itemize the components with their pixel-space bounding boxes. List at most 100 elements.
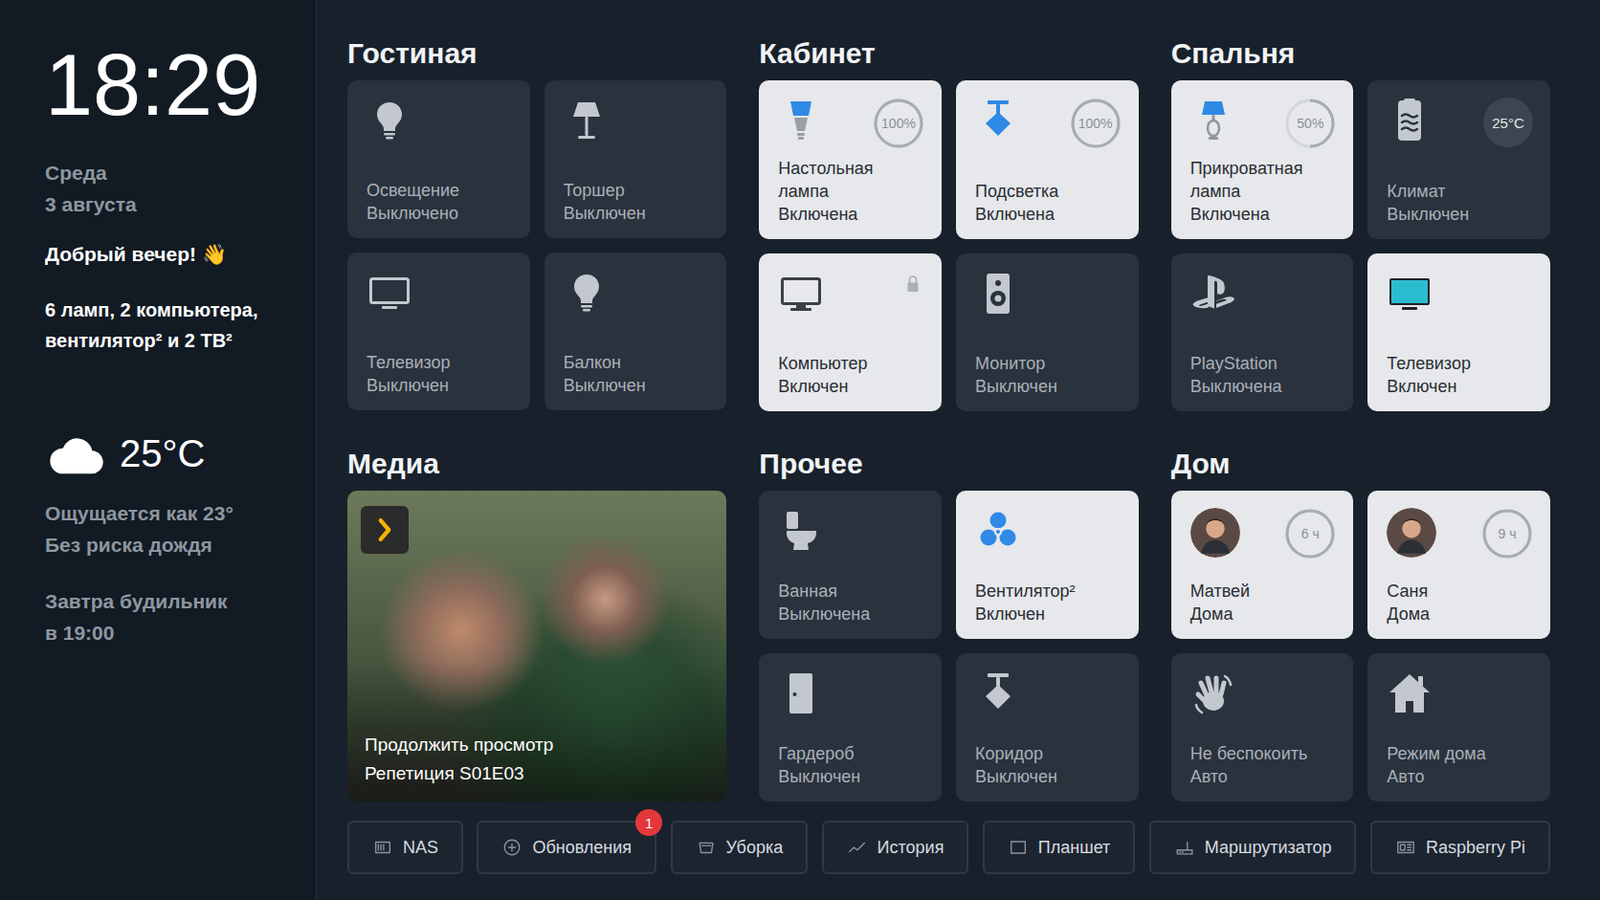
media-caption: Продолжить просмотрРепетиция S01E03 (347, 731, 727, 802)
spot-icon (975, 97, 1022, 144)
device-status: Авто (1386, 765, 1534, 789)
toolbar-button[interactable]: Планшет (982, 821, 1136, 875)
ring-label: 9 ч (1498, 526, 1517, 542)
bulb-icon (563, 269, 610, 316)
home-icon (1386, 670, 1433, 717)
lock-icon (901, 272, 925, 296)
device-name: Балкон (563, 351, 711, 375)
device-name: Прикроватная лампа (1190, 156, 1337, 203)
person-icon (1386, 508, 1437, 558)
device-status: Выключен (366, 374, 513, 398)
device-card[interactable]: ГардеробВыключен (758, 653, 942, 802)
door-icon (777, 670, 824, 717)
device-name: Коридор (975, 742, 1122, 766)
cloud-icon (44, 422, 107, 485)
toolbar-button[interactable]: Уборка (670, 821, 809, 875)
room-section: Спальня50%Прикроватная лампаВключена25°C… (1171, 36, 1551, 412)
speaker-icon (975, 270, 1022, 317)
plex-logo (360, 506, 409, 555)
climate-icon (1386, 97, 1433, 144)
device-status: Выключен (777, 765, 925, 789)
device-card[interactable]: 100%ПодсветкаВключена (955, 80, 1139, 240)
device-name: Настольная лампа (777, 156, 925, 203)
level-ring: 100% (872, 97, 925, 150)
temperature-badge: 25°C (1483, 97, 1534, 148)
room-section: ГостинаяОсвещениеВыключеноТоршерВыключен… (347, 36, 727, 412)
toolbar-button[interactable]: Обновления1 (476, 821, 657, 875)
dashboard: 18:29Среда3 августаДобрый вечер! 👋6 ламп… (0, 0, 1600, 900)
toilet-icon (777, 508, 824, 555)
device-name: Освещение (366, 178, 513, 202)
device-card[interactable]: БалконВыключен (544, 252, 728, 411)
spot-icon (975, 670, 1022, 717)
device-status: Включена (975, 202, 1122, 226)
vacuum-icon (695, 837, 717, 859)
ring-label: 50% (1296, 115, 1324, 132)
device-card[interactable]: КомпьютерВключен (758, 253, 942, 412)
device-status: Включен (1386, 375, 1534, 399)
device-name: Ванная (777, 579, 925, 603)
device-status: Выключена (777, 602, 925, 626)
tv-icon (1386, 270, 1433, 317)
feels-like: Ощущается как 23° (44, 497, 301, 530)
device-card[interactable]: 9 ч СаняДома (1367, 490, 1551, 640)
device-name: Саня (1386, 579, 1534, 603)
weather: 25°C (44, 422, 301, 485)
device-card[interactable]: Не беспокоитьАвто (1171, 653, 1355, 802)
device-card[interactable]: PlayStationВыключена (1171, 253, 1355, 412)
section-title: Гостиная (347, 36, 727, 71)
weekday: Среда (44, 156, 301, 189)
chevron-icon (368, 513, 401, 547)
device-status: Выключен (1386, 202, 1534, 226)
device-status: Включен (975, 602, 1122, 626)
device-name: Матвей (1190, 579, 1337, 603)
device-status: Выключено (366, 201, 513, 225)
device-card[interactable]: Вентилятор²Включен (955, 490, 1139, 640)
section-title: Дом (1171, 446, 1551, 482)
toolbar-button[interactable]: NAS (347, 821, 464, 875)
device-card[interactable]: ТелевизорВключен (1367, 253, 1551, 412)
toolbar-button[interactable]: История (822, 821, 970, 875)
room-section: ПрочееВаннаяВыключенаВентилятор²ВключенГ… (758, 446, 1138, 802)
media-label: Продолжить просмотр (364, 731, 710, 760)
toolbar-button[interactable]: Маршрутизатор (1149, 821, 1357, 875)
level-ring: 9 ч (1481, 508, 1534, 560)
device-card[interactable]: 25°CКлиматВыключен (1367, 80, 1551, 240)
alarm-line: Завтра будильник (44, 585, 301, 618)
alarm-line: в 19:00 (44, 617, 301, 649)
temperature: 25°C (119, 432, 205, 476)
router-icon (1174, 837, 1196, 859)
device-card[interactable]: 6 чМатвейДома (1171, 490, 1355, 640)
device-card[interactable]: 50%Прикроватная лампаВключена (1171, 80, 1355, 240)
tablet-icon (1007, 837, 1029, 859)
device-status: Выключен (563, 201, 711, 225)
media-card[interactable]: Продолжить просмотрРепетиция S01E03 (347, 490, 727, 802)
device-card[interactable]: КоридорВыключен (955, 653, 1139, 802)
device-status: Выключен (975, 375, 1122, 399)
device-card[interactable]: ВаннаяВыключена (758, 490, 942, 640)
updates-icon (501, 837, 523, 859)
device-card[interactable]: ТелевизорВыключен (347, 252, 531, 411)
main-panel: ГостинаяОсвещениеВыключеноТоршерВыключен… (316, 0, 1600, 900)
floor-lamp-icon (563, 97, 610, 144)
device-name: PlayStation (1190, 352, 1337, 376)
ring-label: 6 ч (1301, 526, 1320, 542)
section-title: Кабинет (758, 36, 1138, 71)
toolbar-button[interactable]: Raspberry Pi (1370, 821, 1551, 875)
section-title: Медиа (347, 446, 727, 482)
hand-icon (1190, 670, 1237, 717)
person-icon (1190, 508, 1241, 558)
bulb-icon (366, 97, 413, 144)
device-card[interactable]: ТоршерВыключен (544, 80, 728, 239)
device-status: Дома (1386, 602, 1534, 626)
device-card[interactable]: МониторВыключен (955, 253, 1139, 412)
device-name: Не беспокоить (1190, 742, 1337, 766)
device-card[interactable]: ОсвещениеВыключено (347, 80, 531, 239)
device-card[interactable]: Режим домаАвто (1367, 653, 1551, 802)
device-status: Выключен (975, 765, 1122, 789)
device-card[interactable]: 100%Настольная лампаВключена (758, 80, 942, 240)
device-name: Вентилятор² (975, 579, 1122, 603)
history-icon (846, 837, 868, 859)
computer-icon (777, 270, 824, 317)
device-status: Выключен (563, 374, 711, 398)
